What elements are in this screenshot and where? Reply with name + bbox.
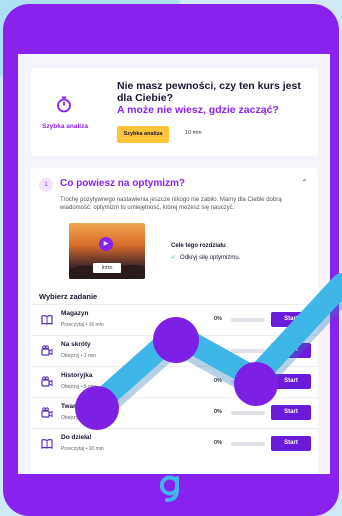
task-progress: 0% xyxy=(214,409,222,415)
check-icon: ✓ xyxy=(171,255,177,261)
video-icon xyxy=(41,407,53,418)
promo-subtitle: A może nie wiesz, gdzie zacząć? xyxy=(117,104,279,116)
task-progress-bar xyxy=(231,318,265,322)
task-meta: Obejrzyj • 5 min xyxy=(61,384,97,390)
video-icon xyxy=(41,345,53,356)
task-name: Twarz xyxy=(61,403,79,410)
intro-video-thumbnail[interactable]: ▶ Intro xyxy=(69,223,145,279)
quick-analysis-label: Szybka analiza xyxy=(42,123,88,130)
tasks-title: Wybierz zadanie xyxy=(39,292,98,301)
task-meta: Obejrzyj xyxy=(61,415,80,421)
task-progress: 0% xyxy=(214,347,222,353)
task-meta: Przeczytaj • 16 min xyxy=(61,322,104,328)
chapter-card: 1 Co powiesz na optymizm? ⌃ Trochę pozyt… xyxy=(31,168,318,474)
stopwatch-icon xyxy=(57,96,71,113)
quick-analysis-card: Szybka analiza Nie masz pewności, czy te… xyxy=(31,68,318,156)
task-progress: 0% xyxy=(214,440,222,446)
task-progress: 0% xyxy=(214,378,222,384)
task-row[interactable]: Historyjka Obejrzyj • 5 min 0% Start xyxy=(31,366,318,397)
task-row[interactable]: Do dzieła! Przeczytaj • 10 min 0% Start xyxy=(31,428,318,459)
screen: Szybka analiza Nie masz pewności, czy te… xyxy=(18,54,330,474)
task-row[interactable]: Na skróty Obejrzyj • 1 min 0% Start xyxy=(31,335,318,366)
brand-logo-icon xyxy=(159,475,179,502)
book-icon xyxy=(41,439,53,449)
chapter-title: Co powiesz na optymizm? xyxy=(60,178,186,189)
start-button[interactable]: Start xyxy=(271,405,311,420)
chapter-description: Trochę pozytywnego nastawienia jeszcze n… xyxy=(60,197,282,211)
task-meta: Przeczytaj • 10 min xyxy=(61,446,104,452)
intro-label: Intro xyxy=(93,263,121,273)
play-icon[interactable]: ▶ xyxy=(99,237,113,251)
task-row[interactable]: Magazyn Przeczytaj • 16 min 0% Start xyxy=(31,304,318,335)
task-name: Historyjka xyxy=(61,372,93,379)
task-meta: Obejrzyj • 1 min xyxy=(61,353,97,359)
start-button[interactable]: Start xyxy=(271,312,311,327)
start-button[interactable]: Start xyxy=(271,436,311,451)
task-progress-bar xyxy=(231,442,265,446)
tablet-frame: Szybka analiza Nie masz pewności, czy te… xyxy=(3,4,339,516)
task-progress-bar xyxy=(231,380,265,384)
promo-duration: 10 min xyxy=(185,130,202,136)
goals-title: Cele tego rozdziału xyxy=(171,243,226,249)
book-icon xyxy=(41,315,53,325)
task-name: Magazyn xyxy=(61,310,89,317)
chevron-up-icon[interactable]: ⌃ xyxy=(301,178,308,187)
goal-text: Odkryj siłę optymizmu. xyxy=(180,255,241,261)
video-icon xyxy=(41,376,53,387)
task-name: Na skróty xyxy=(61,341,91,348)
promo-title: Nie masz pewności, czy ten kurs jest dla… xyxy=(117,80,301,104)
task-name: Do dzieła! xyxy=(61,434,92,441)
task-progress: 0% xyxy=(214,316,222,322)
start-button[interactable]: Start xyxy=(271,343,311,358)
chapter-number: 1 xyxy=(39,178,53,192)
task-progress-bar xyxy=(231,349,265,353)
task-row[interactable]: Twarz Obejrzyj 0% Start xyxy=(31,397,318,428)
quick-analysis-button[interactable]: Szybka analiza xyxy=(117,126,169,143)
start-button[interactable]: Start xyxy=(271,374,311,389)
task-progress-bar xyxy=(231,411,265,415)
goal-item: ✓ Odkryj siłę optymizmu. xyxy=(171,254,240,261)
